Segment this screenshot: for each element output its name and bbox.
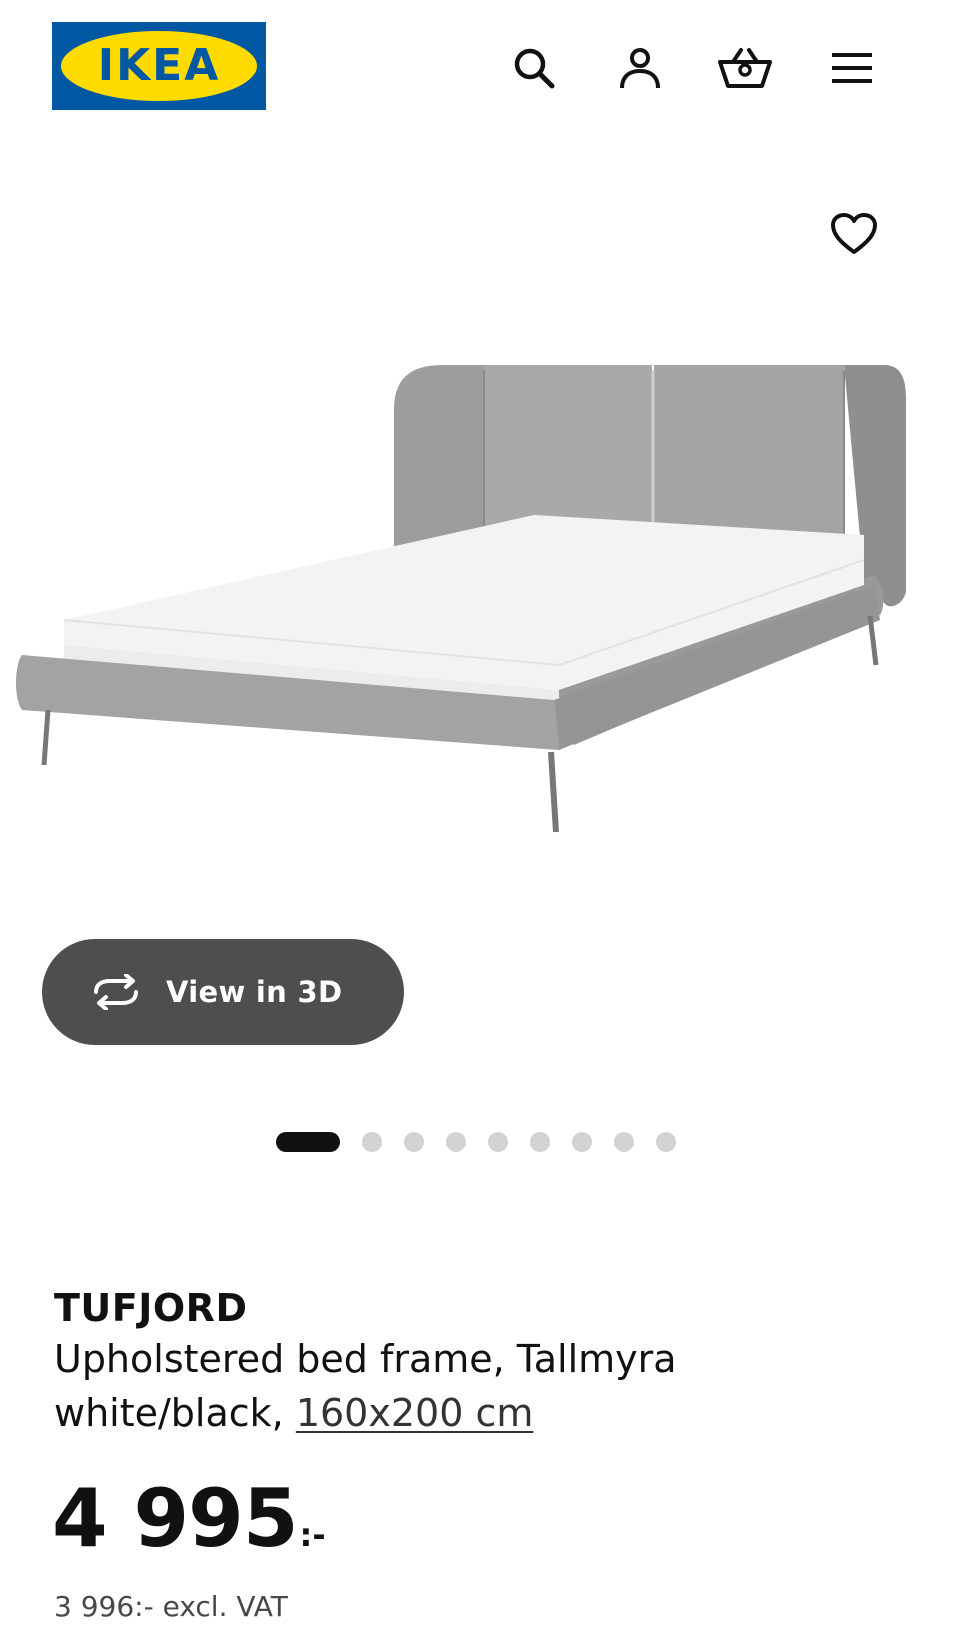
search-icon[interactable] [506,40,562,96]
carousel-dot[interactable] [572,1132,592,1152]
carousel-dot[interactable] [362,1132,382,1152]
rotate-3d-icon [88,972,144,1012]
product-page: IKEA View in 3D TUFJORD Upholstered bed … [0,0,960,1652]
price-suffix: :- [299,1516,326,1554]
price-integer: 4 995 [52,1472,299,1565]
product-image[interactable] [14,320,944,880]
image-carousel-dots [276,1131,698,1153]
carousel-dot[interactable] [446,1132,466,1152]
carousel-dot[interactable] [488,1132,508,1152]
view-in-3d-label: View in 3D [166,975,343,1009]
carousel-dot-active[interactable] [276,1132,340,1152]
carousel-dot[interactable] [530,1132,550,1152]
header: IKEA [0,0,960,130]
view-in-3d-button[interactable]: View in 3D [42,939,404,1045]
price-excl-vat: 3 996:- excl. VAT [54,1590,288,1623]
logo-mark: IKEA [61,31,257,101]
basket-icon[interactable] [717,40,773,96]
heart-icon [831,213,877,254]
carousel-dot[interactable] [404,1132,424,1152]
product-name: TUFJORD [54,1286,248,1330]
carousel-dot[interactable] [614,1132,634,1152]
user-icon[interactable] [612,40,668,96]
product-price: 4 995 :- [52,1472,326,1565]
product-description: Upholstered bed frame, Tallmyra white/bl… [54,1332,914,1440]
favorite-button[interactable] [826,206,882,262]
product-size-link[interactable]: 160x200 cm [296,1391,534,1435]
ikea-logo[interactable]: IKEA [52,22,266,110]
menu-icon[interactable] [824,40,880,96]
logo-text: IKEA [98,40,221,91]
carousel-dot[interactable] [656,1132,676,1152]
